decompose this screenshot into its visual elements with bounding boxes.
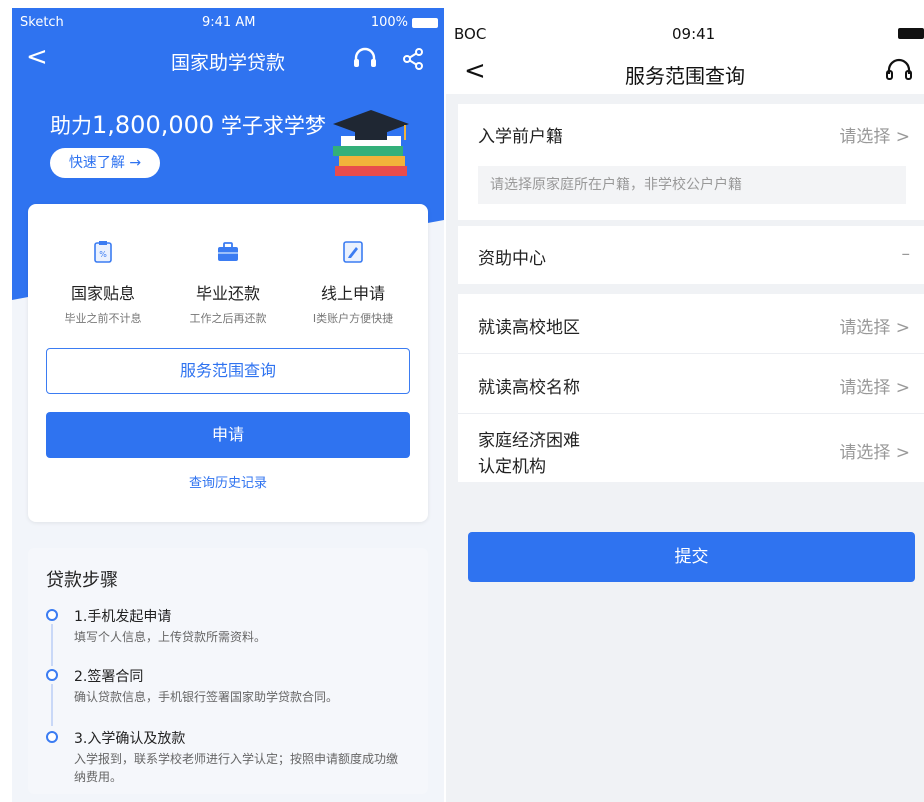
percent-clipboard-icon: % (91, 240, 115, 264)
service-scope-button[interactable]: 服务范围查询 (46, 348, 410, 394)
feature-subtitle: I类账户方便快捷 (312, 312, 394, 325)
edit-form-icon (341, 240, 365, 264)
feature-title: 毕业还款 (195, 284, 260, 303)
agency-label-line1: 家庭经济困难 (478, 431, 580, 451)
household-hint: 请选择原家庭所在户籍，非学校公户户籍 (478, 166, 906, 204)
learn-more-button[interactable]: 快速了解 → (50, 148, 160, 178)
step-desc: 确认贷款信息，手机银行签署国家助学贷款合同。 (74, 690, 339, 704)
household-label: 入学前户籍 (478, 127, 563, 147)
submit-button[interactable]: 提交 (468, 532, 915, 582)
center-value: – (901, 244, 911, 264)
feature-subtitle: 毕业之前不计息 (64, 312, 142, 325)
feature-title: 国家贴息 (70, 284, 135, 303)
hero-number: 1,800,000 (92, 111, 215, 139)
headset-icon[interactable] (352, 46, 378, 76)
agency-select[interactable]: 请选择 > (839, 438, 910, 463)
apply-button[interactable]: 申请 (46, 412, 410, 458)
svg-text:%: % (99, 250, 107, 259)
carrier-label: Sketch (20, 15, 64, 30)
step-circle-icon (46, 731, 58, 743)
feature-title: 线上申请 (320, 284, 385, 303)
school-group: 就读高校地区 请选择 > 就读高校名称 请选择 > 家庭经济困难 认定机构 请选… (458, 294, 924, 482)
region-select[interactable]: 请选择 > (839, 313, 910, 338)
hero-suffix: 学子求学梦 (220, 114, 326, 138)
battery-icon (898, 28, 924, 39)
step-connector (51, 684, 53, 726)
feature-online: 线上申请 I类账户方便快捷 (288, 240, 418, 326)
school-select[interactable]: 请选择 > (839, 373, 910, 398)
status-time: 9:41 AM (202, 15, 256, 30)
battery-percent: 100% (370, 15, 408, 30)
step-circle-icon (46, 609, 58, 621)
household-row[interactable]: 入学前户籍 请选择 > 请选择原家庭所在户籍，非学校公户户籍 (458, 104, 924, 220)
share-icon[interactable] (400, 46, 426, 76)
page-title: 国家助学贷款 (170, 52, 285, 74)
nav-bar: < 国家助学贷款 (12, 38, 444, 78)
steps-heading: 贷款步骤 (46, 570, 118, 591)
battery-icon (412, 18, 438, 28)
household-select[interactable]: 请选择 > (839, 122, 910, 147)
step-circle-icon (46, 669, 58, 681)
step-desc: 填写个人信息，上传贷款所需资料。 (74, 630, 267, 644)
step-desc: 入学报到，联系学校老师进行入学认定；按照申请额度成功缴纳费用。 (74, 752, 399, 784)
headset-icon[interactable] (884, 56, 914, 90)
step-title: 2.签署合同 (74, 669, 144, 685)
hero-prefix: 助力 (50, 114, 92, 138)
agency-label-line2: 认定机构 (478, 457, 546, 477)
screenshot-root: Sketch 9:41 AM 100% < 国家助学贷款 助力1,800,000… (0, 0, 924, 802)
household-group: 入学前户籍 请选择 > 请选择原家庭所在户籍，非学校公户户籍 (458, 104, 924, 220)
graduation-books-illustration (325, 110, 415, 186)
briefcase-icon (216, 240, 240, 264)
carrier-label: BOC (454, 25, 487, 43)
service-scope-screen: BOC 09:41 < 服务范围查询 入学前户籍 请选择 > 请选择原家庭所在户… (446, 8, 924, 802)
page-title: 服务范围查询 (625, 64, 745, 88)
header-area: BOC 09:41 < 服务范围查询 (446, 8, 924, 94)
region-row[interactable]: 就读高校地区 请选择 > (458, 294, 924, 354)
status-time: 09:41 (672, 25, 716, 43)
feature-card: % 国家贴息 毕业之前不计息 毕业还款 工作之后再还款 线上申请 I类账户方便快… (28, 204, 428, 522)
step-title: 1.手机发起申请 (74, 609, 172, 625)
status-bar: Sketch 9:41 AM 100% (12, 8, 444, 34)
step-title: 3.入学确认及放款 (74, 731, 186, 747)
step-connector (51, 624, 53, 666)
agency-row[interactable]: 家庭经济困难 认定机构 请选择 > (458, 418, 924, 482)
feature-repayment: 毕业还款 工作之后再还款 (163, 240, 293, 326)
hero-slogan: 助力1,800,000 学子求学梦 (50, 110, 326, 140)
feature-subsidy: % 国家贴息 毕业之前不计息 (38, 240, 168, 326)
history-link[interactable]: 查询历史记录 (28, 472, 428, 491)
center-group: 资助中心 – (458, 226, 924, 284)
feature-subtitle: 工作之后再还款 (189, 312, 267, 325)
loan-home-screen: Sketch 9:41 AM 100% < 国家助学贷款 助力1,800,000… (12, 8, 444, 802)
school-label: 就读高校名称 (478, 378, 580, 398)
loan-steps-panel: 贷款步骤 1.手机发起申请 填写个人信息，上传贷款所需资料。 2.签署合同 确认… (28, 548, 428, 794)
region-label: 就读高校地区 (478, 318, 580, 338)
school-row[interactable]: 就读高校名称 请选择 > (458, 354, 924, 414)
center-label: 资助中心 (478, 249, 546, 269)
center-row: 资助中心 – (458, 226, 924, 284)
